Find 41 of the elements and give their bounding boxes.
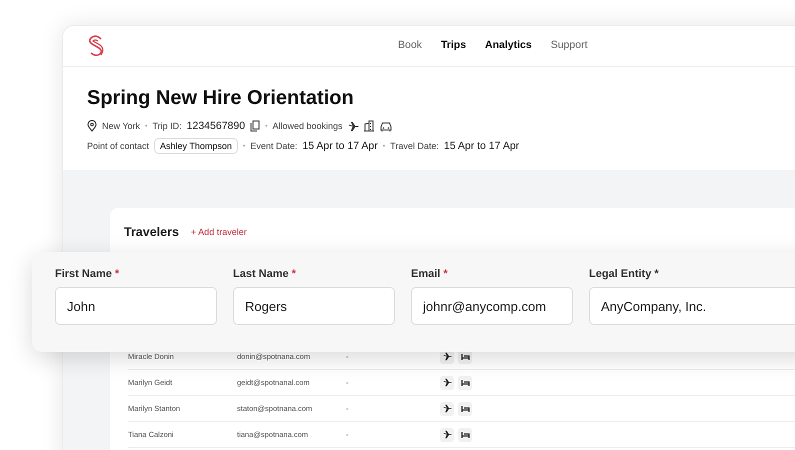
field-label: First Name [55, 268, 112, 280]
travel-date-label: Travel Date: [390, 141, 439, 151]
event-date-value: 15 Apr to 17 Apr [302, 140, 378, 152]
trip-title: Spring New Hire Orientation [87, 87, 355, 110]
travel-date-value: 15 Apr to 17 Apr [444, 140, 520, 152]
field-label: Last Name [233, 268, 289, 280]
nav-tab[interactable]: Analytics [485, 39, 532, 51]
input-field[interactable]: Rogers [233, 287, 395, 325]
building-icon [364, 120, 375, 132]
nav-tab[interactable]: Support [550, 39, 588, 51]
contact-chip: Ashley Thompson [154, 138, 238, 154]
location-text: New York [102, 121, 140, 131]
field-label: Legal Entity [589, 268, 652, 280]
asterisk-mark: * [292, 268, 296, 280]
nav-tab[interactable]: Trips [440, 39, 466, 51]
bed-icon [458, 402, 472, 416]
event-date-label: Event Date: [250, 141, 298, 151]
car-icon [380, 120, 392, 132]
copy-icon[interactable] [250, 120, 260, 132]
asterisk-mark: * [654, 268, 659, 280]
plane-icon [348, 120, 359, 132]
input-field[interactable]: johnr@anycomp.com [411, 287, 573, 325]
add-traveler-link[interactable]: + Add traveler [190, 227, 247, 237]
input-field[interactable]: John [55, 287, 217, 325]
asterisk-mark: * [443, 268, 448, 280]
input-field[interactable]: AnyCompany, Inc. [589, 287, 795, 325]
plane-icon [440, 402, 454, 416]
bed-icon [458, 428, 472, 442]
plane-icon [440, 376, 454, 390]
nav-tab[interactable]: Book [398, 39, 422, 51]
trip-id-label: Trip ID: [152, 121, 182, 131]
location-pin-icon [87, 120, 97, 132]
allowed-bookings-label: Allowed bookings [272, 121, 343, 131]
logo-icon [87, 35, 105, 57]
field-label: Email [411, 268, 440, 280]
plane-icon [440, 428, 454, 442]
asterisk-mark: * [114, 268, 120, 280]
travelers-heading: Travelers [124, 225, 179, 239]
trip-id-value: 1234567890 [186, 120, 246, 132]
bed-icon [458, 376, 472, 390]
contact-label: Point of contact [87, 141, 150, 151]
